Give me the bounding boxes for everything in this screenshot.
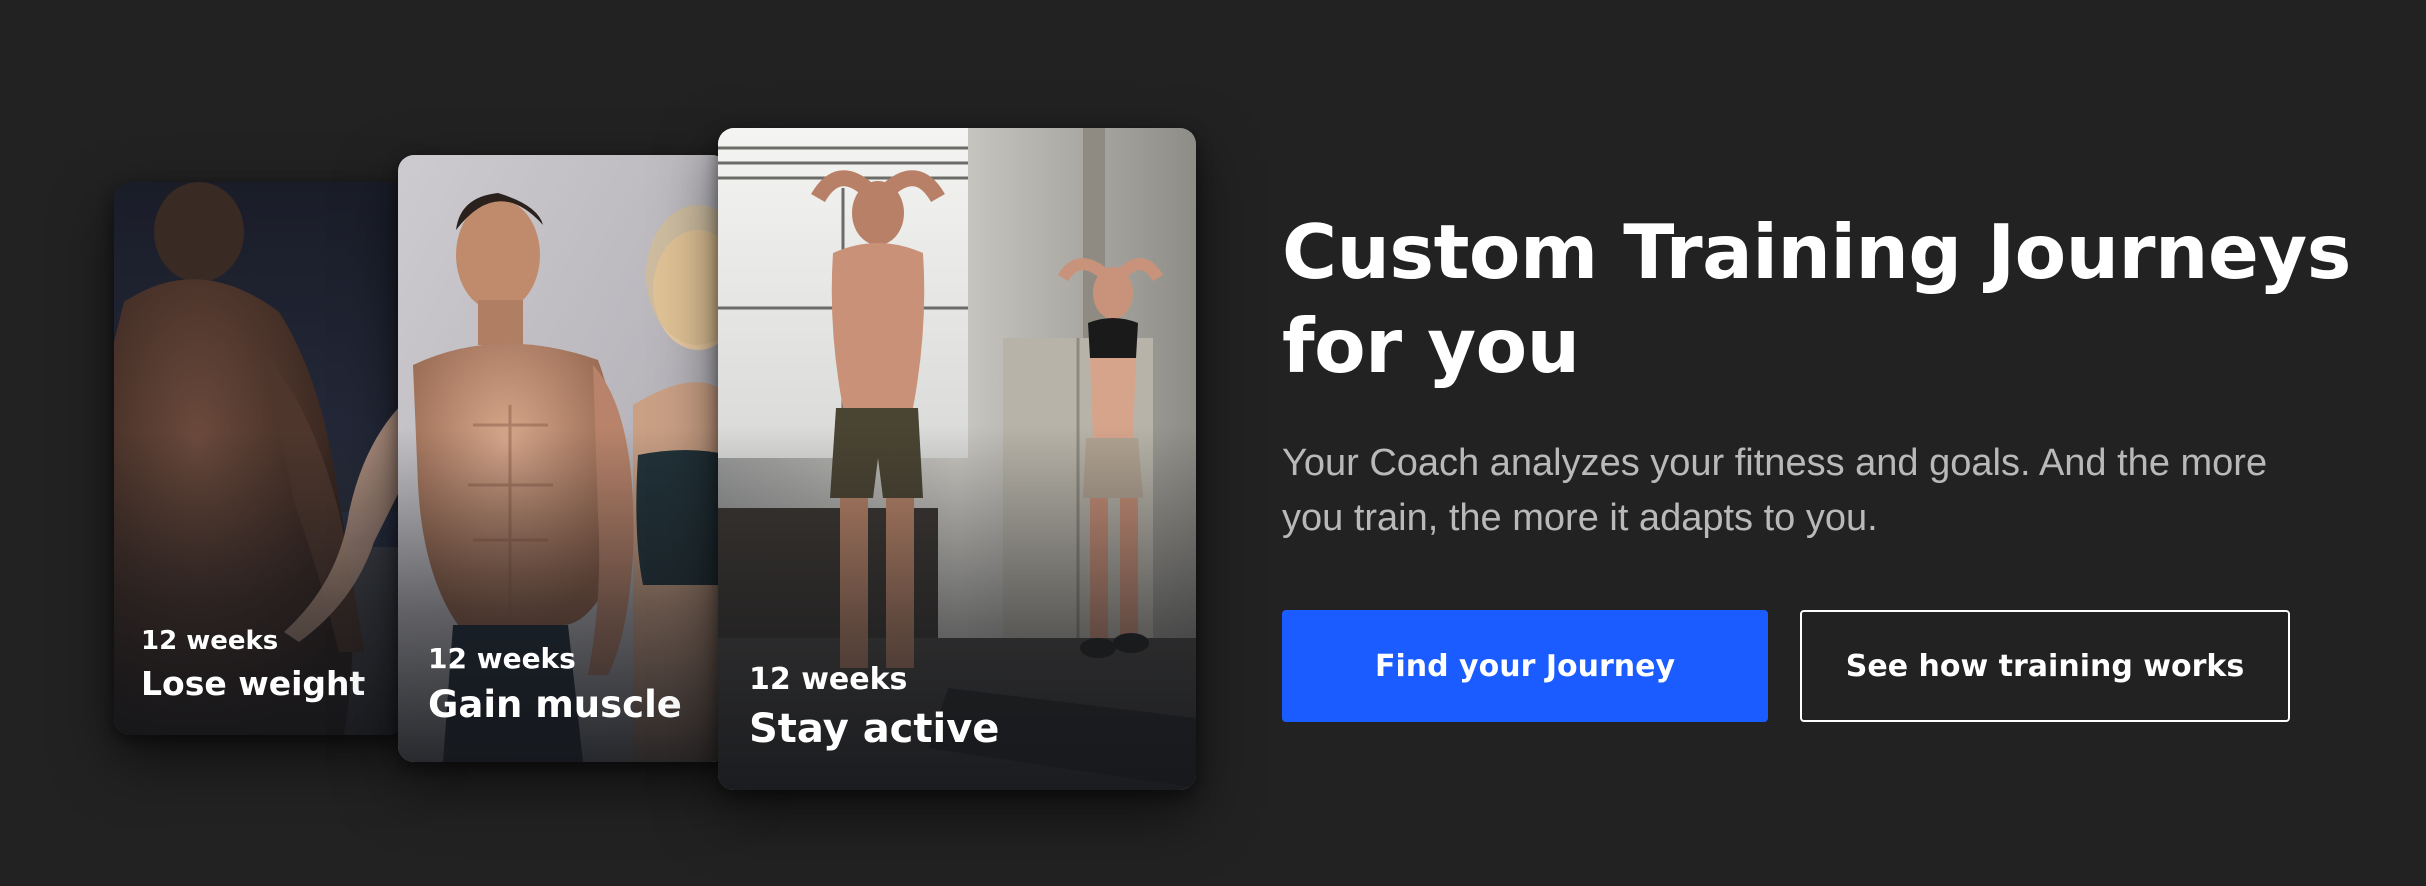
- journey-card-gain-muscle[interactable]: 12 weeks Gain muscle: [398, 155, 728, 762]
- card-duration: 12 weeks: [141, 626, 279, 656]
- card-goal-title: Stay active: [749, 706, 1000, 752]
- card-caption: 12 weeks Stay active: [749, 662, 999, 752]
- cta-group: Find your Journey See how training works: [1282, 610, 2382, 722]
- hero-section: 12 weeks Lose weight 12 weeks Gain muscl…: [0, 0, 2426, 886]
- page-title-line-2: for you: [1282, 302, 1580, 390]
- page-title-line-1: Custom Training Journeys: [1282, 208, 2351, 296]
- card-duration: 12 weeks: [428, 642, 576, 675]
- find-journey-button[interactable]: Find your Journey: [1282, 610, 1768, 722]
- journey-card-stay-active[interactable]: 12 weeks Stay active: [718, 128, 1196, 790]
- card-duration: 12 weeks: [749, 662, 908, 697]
- hero-content: Custom Training Journeys for you Your Co…: [1282, 205, 2382, 722]
- card-caption: 12 weeks Gain muscle: [428, 642, 682, 726]
- page-title: Custom Training Journeys for you: [1282, 205, 2382, 393]
- see-how-training-works-button[interactable]: See how training works: [1800, 610, 2290, 722]
- hero-description: Your Coach analyzes your fitness and goa…: [1282, 442, 2268, 539]
- card-goal-title: Gain muscle: [428, 683, 682, 726]
- card-caption: 12 weeks Lose weight: [141, 626, 365, 703]
- card-goal-title: Lose weight: [141, 664, 366, 703]
- journey-card-lose-weight[interactable]: 12 weeks Lose weight: [114, 182, 404, 735]
